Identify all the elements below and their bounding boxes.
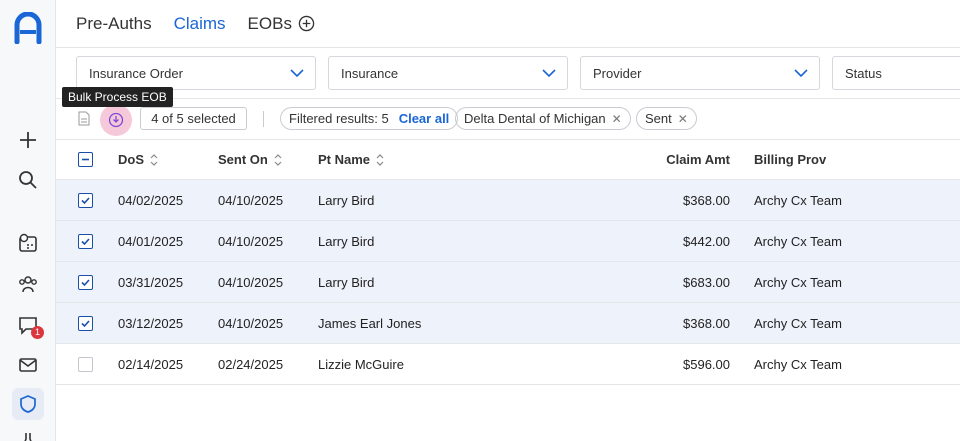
patients-icon[interactable] bbox=[16, 272, 40, 296]
cell-billing-prov: Archy Cx Team bbox=[754, 233, 842, 249]
close-icon[interactable]: ✕ bbox=[612, 112, 622, 126]
filter-bar: Insurance Order Insurance Provider Statu… bbox=[56, 48, 960, 99]
sort-icon bbox=[376, 153, 384, 166]
tab-eobs-label: EOBs bbox=[247, 13, 292, 33]
sort-icon bbox=[150, 153, 158, 166]
cell-claim-amt: $683.00 bbox=[683, 274, 730, 290]
cell-sent-on: 04/10/2025 bbox=[218, 233, 284, 249]
claims-tabs: Pre-Auths Claims EOBs bbox=[56, 0, 960, 48]
schedule-icon[interactable] bbox=[16, 231, 40, 255]
cell-dos: 03/12/2025 bbox=[118, 315, 184, 331]
selected-count: 4 of 5 selected bbox=[140, 107, 247, 130]
flask-icon[interactable] bbox=[16, 430, 40, 441]
cell-dos: 04/02/2025 bbox=[118, 192, 184, 208]
column-header-label: Pt Name bbox=[318, 152, 371, 167]
cell-billing-prov: Archy Cx Team bbox=[754, 274, 842, 290]
row-checkbox[interactable] bbox=[78, 262, 93, 302]
mail-icon[interactable] bbox=[16, 353, 40, 377]
provider-value: Provider bbox=[593, 65, 642, 81]
cell-pt-name: Larry Bird bbox=[318, 274, 375, 290]
column-header-dos[interactable]: DoS bbox=[118, 140, 158, 179]
cell-pt-name: Lizzie McGuire bbox=[318, 356, 404, 372]
download-circle-icon bbox=[108, 112, 124, 128]
cell-sent-on: 04/10/2025 bbox=[218, 315, 284, 331]
cell-claim-amt: $368.00 bbox=[683, 315, 730, 331]
tab-pre-auths[interactable]: Pre-Auths bbox=[76, 14, 152, 34]
filtered-results-chip: Filtered results: 5 Clear all bbox=[280, 107, 459, 130]
row-checkbox[interactable] bbox=[78, 303, 93, 343]
table-row[interactable]: 04/02/2025 04/10/2025 Larry Bird $368.00… bbox=[56, 180, 960, 221]
column-header-sent-on[interactable]: Sent On bbox=[218, 140, 282, 179]
filter-chip-label: Sent bbox=[645, 111, 672, 126]
insurance-value: Insurance bbox=[341, 65, 399, 81]
column-header-label: DoS bbox=[118, 152, 144, 167]
cell-claim-amt: $368.00 bbox=[683, 192, 730, 208]
shield-icon[interactable] bbox=[16, 392, 40, 416]
cell-claim-amt: $596.00 bbox=[683, 356, 730, 372]
cell-dos: 02/14/2025 bbox=[118, 356, 184, 372]
column-header-pt-name[interactable]: Pt Name bbox=[318, 140, 384, 179]
plus-icon[interactable] bbox=[16, 128, 40, 152]
sort-icon bbox=[274, 153, 282, 166]
table-row[interactable]: 02/14/2025 02/24/2025 Lizzie McGuire $59… bbox=[56, 344, 960, 385]
cell-billing-prov: Archy Cx Team bbox=[754, 315, 842, 331]
filter-chip-status: Sent ✕ bbox=[636, 107, 697, 130]
provider-select[interactable]: Provider bbox=[580, 56, 820, 90]
toolbar-divider bbox=[263, 111, 264, 127]
cell-dos: 04/01/2025 bbox=[118, 233, 184, 249]
chevron-down-icon bbox=[542, 69, 556, 78]
cell-sent-on: 02/24/2025 bbox=[218, 356, 284, 372]
archy-logo[interactable] bbox=[14, 12, 42, 44]
status-select[interactable]: Status bbox=[832, 56, 960, 90]
column-header-label: Sent On bbox=[218, 152, 268, 167]
column-header-billing-prov[interactable]: Billing Prov bbox=[754, 140, 826, 179]
column-header-claim-amt[interactable]: Claim Amt bbox=[616, 140, 730, 179]
row-checkbox[interactable] bbox=[78, 221, 93, 261]
claims-table: DoS Sent On Pt Name Claim Amt Billing Pr… bbox=[56, 140, 960, 385]
insurance-order-value: Insurance Order bbox=[89, 65, 183, 81]
bulk-process-tooltip: Bulk Process EOB bbox=[62, 87, 173, 107]
tab-eobs[interactable]: EOBs bbox=[248, 14, 315, 34]
notification-badge: 1 bbox=[31, 326, 44, 339]
select-all-checkbox[interactable] bbox=[78, 140, 93, 179]
filter-chip-insurance: Delta Dental of Michigan ✕ bbox=[455, 107, 631, 130]
cell-claim-amt: $442.00 bbox=[683, 233, 730, 249]
table-header: DoS Sent On Pt Name Claim Amt Billing Pr… bbox=[56, 140, 960, 180]
cell-sent-on: 04/10/2025 bbox=[218, 274, 284, 290]
chevron-down-icon bbox=[794, 69, 808, 78]
tab-claims[interactable]: Claims bbox=[174, 14, 226, 34]
cell-dos: 03/31/2025 bbox=[118, 274, 184, 290]
cell-billing-prov: Archy Cx Team bbox=[754, 356, 842, 372]
insurance-select[interactable]: Insurance bbox=[328, 56, 568, 90]
close-icon[interactable]: ✕ bbox=[678, 112, 688, 126]
row-checkbox[interactable] bbox=[78, 344, 93, 384]
table-row[interactable]: 04/01/2025 04/10/2025 Larry Bird $442.00… bbox=[56, 221, 960, 262]
row-checkbox[interactable] bbox=[78, 180, 93, 220]
document-icon[interactable] bbox=[78, 111, 90, 126]
search-icon[interactable] bbox=[16, 168, 40, 192]
clear-all-link[interactable]: Clear all bbox=[399, 111, 450, 126]
cell-pt-name: James Earl Jones bbox=[318, 315, 422, 331]
bulk-process-eob-button[interactable] bbox=[100, 104, 132, 136]
cell-billing-prov: Archy Cx Team bbox=[754, 192, 842, 208]
chevron-down-icon bbox=[290, 69, 304, 78]
selection-toolbar: 4 of 5 selected Filtered results: 5 Clea… bbox=[56, 99, 960, 140]
left-rail: 1 bbox=[0, 0, 56, 441]
filter-chip-label: Delta Dental of Michigan bbox=[464, 111, 606, 126]
table-row[interactable]: 03/12/2025 04/10/2025 James Earl Jones $… bbox=[56, 303, 960, 344]
add-circle-icon[interactable] bbox=[298, 15, 315, 32]
filtered-results-label: Filtered results: 5 bbox=[289, 111, 389, 126]
cell-sent-on: 04/10/2025 bbox=[218, 192, 284, 208]
cell-pt-name: Larry Bird bbox=[318, 192, 375, 208]
cell-pt-name: Larry Bird bbox=[318, 233, 375, 249]
status-value: Status bbox=[845, 65, 882, 81]
insurance-order-select[interactable]: Insurance Order bbox=[76, 56, 316, 90]
table-row[interactable]: 03/31/2025 04/10/2025 Larry Bird $683.00… bbox=[56, 262, 960, 303]
